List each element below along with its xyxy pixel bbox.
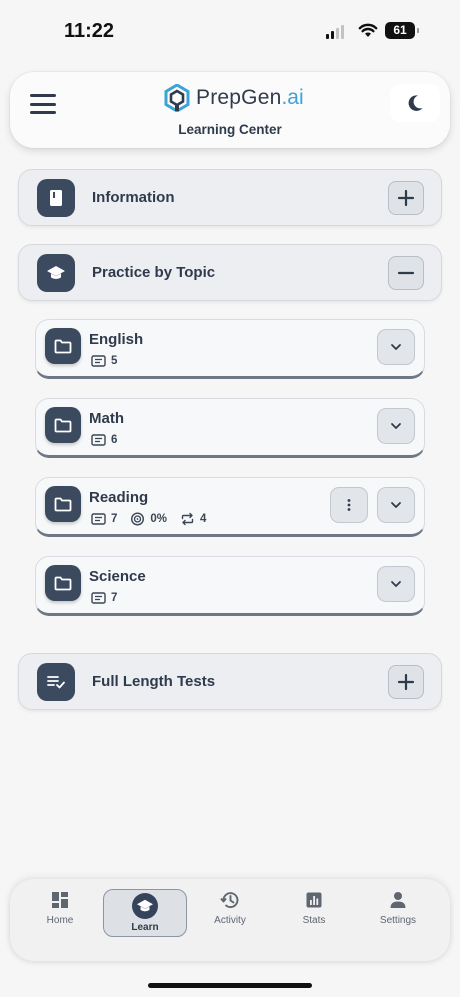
question-count: 7 — [91, 591, 117, 605]
expand-topic-button[interactable] — [377, 408, 415, 444]
nav-stats[interactable]: Stats — [272, 889, 356, 937]
section-practice-by-topic[interactable]: Practice by Topic — [18, 244, 442, 301]
logo-icon — [164, 84, 190, 112]
minus-icon — [397, 271, 415, 275]
repeat-count: 4 — [180, 512, 206, 526]
expand-button[interactable] — [388, 181, 424, 215]
topic-title: Math — [89, 410, 124, 427]
nav-label: Activity — [214, 915, 246, 926]
history-icon — [220, 892, 239, 908]
topic-meta: 5 — [91, 354, 130, 368]
book-icon — [37, 179, 75, 217]
document-icon — [91, 434, 106, 446]
topic-card-english[interactable]: English 5 — [35, 319, 425, 379]
moon-icon — [408, 95, 423, 111]
topic-title: English — [89, 331, 144, 348]
chevron-down-icon — [391, 502, 401, 508]
question-count: 5 — [91, 354, 117, 368]
question-count-value: 5 — [111, 355, 118, 367]
dark-mode-toggle[interactable] — [390, 84, 440, 122]
status-bar: 11:22 61 — [0, 0, 460, 60]
document-icon — [91, 513, 106, 525]
brand-name: PrepGen — [196, 86, 282, 109]
question-count: 6 — [91, 433, 117, 447]
question-count: 7 — [91, 512, 117, 526]
section-title: Full Length Tests — [92, 673, 216, 690]
nav-settings[interactable]: Settings — [356, 889, 440, 937]
progress-indicator: 0% — [130, 512, 167, 526]
collapse-button[interactable] — [388, 256, 424, 290]
topic-title: Reading — [89, 489, 149, 506]
brand-suffix: .ai — [281, 86, 304, 109]
topic-card-science[interactable]: Science 7 — [35, 556, 425, 616]
nav-learn[interactable]: Learn — [103, 889, 187, 937]
section-full-length-tests[interactable]: Full Length Tests — [18, 653, 442, 710]
bottom-nav: Home Learn Activity Stats Settings — [10, 879, 450, 961]
chevron-down-icon — [391, 344, 401, 350]
more-options-button[interactable] — [330, 487, 368, 523]
topic-card-math[interactable]: Math 6 — [35, 398, 425, 458]
section-title: Practice by Topic — [92, 264, 216, 281]
page-title: Learning Center — [178, 122, 282, 137]
folder-icon — [45, 565, 81, 601]
menu-icon[interactable] — [30, 94, 58, 116]
folder-icon — [45, 486, 81, 522]
topic-meta: 6 — [91, 433, 130, 447]
question-count-value: 7 — [111, 513, 118, 525]
plus-icon — [397, 673, 415, 691]
dashboard-icon — [52, 892, 68, 908]
status-time: 11:22 — [64, 20, 115, 42]
expand-topic-button[interactable] — [377, 329, 415, 365]
chevron-down-icon — [391, 581, 401, 587]
nav-home[interactable]: Home — [18, 889, 102, 937]
nav-label: Learn — [131, 922, 159, 933]
topic-meta: 7 0% 4 — [91, 512, 219, 526]
document-icon — [91, 592, 106, 604]
expand-topic-button[interactable] — [377, 487, 415, 523]
folder-icon — [45, 328, 81, 364]
signal-icon — [326, 25, 344, 39]
document-icon — [91, 355, 106, 367]
expand-button[interactable] — [388, 665, 424, 699]
checklist-icon — [37, 663, 75, 701]
section-information[interactable]: Information — [18, 169, 442, 226]
target-icon — [131, 512, 145, 526]
home-indicator[interactable] — [148, 983, 312, 988]
topic-title: Science — [89, 568, 146, 585]
repeat-value: 4 — [200, 513, 207, 525]
folder-icon — [45, 407, 81, 443]
graduation-cap-icon — [132, 893, 158, 919]
chevron-down-icon — [391, 423, 401, 429]
nav-label: Home — [46, 915, 74, 926]
more-vertical-icon — [347, 499, 351, 511]
bar-chart-icon — [306, 892, 322, 908]
nav-label: Settings — [379, 915, 417, 926]
repeat-icon — [181, 512, 194, 526]
nav-label: Stats — [302, 915, 326, 926]
person-icon — [390, 892, 406, 908]
question-count-value: 7 — [111, 592, 118, 604]
question-count-value: 6 — [111, 434, 118, 446]
topic-card-reading[interactable]: Reading 7 0% 4 — [35, 477, 425, 537]
brand-logo: PrepGen.ai — [164, 84, 304, 112]
app-header: PrepGen.ai Learning Center — [10, 72, 450, 148]
section-title: Information — [92, 189, 175, 206]
graduation-cap-icon — [37, 254, 75, 292]
plus-icon — [397, 189, 415, 207]
expand-topic-button[interactable] — [377, 566, 415, 602]
progress-value: 0% — [150, 513, 168, 525]
topic-meta: 7 — [91, 591, 130, 605]
nav-activity[interactable]: Activity — [188, 889, 272, 937]
battery-icon: 61 — [385, 22, 419, 39]
wifi-icon — [358, 23, 378, 37]
